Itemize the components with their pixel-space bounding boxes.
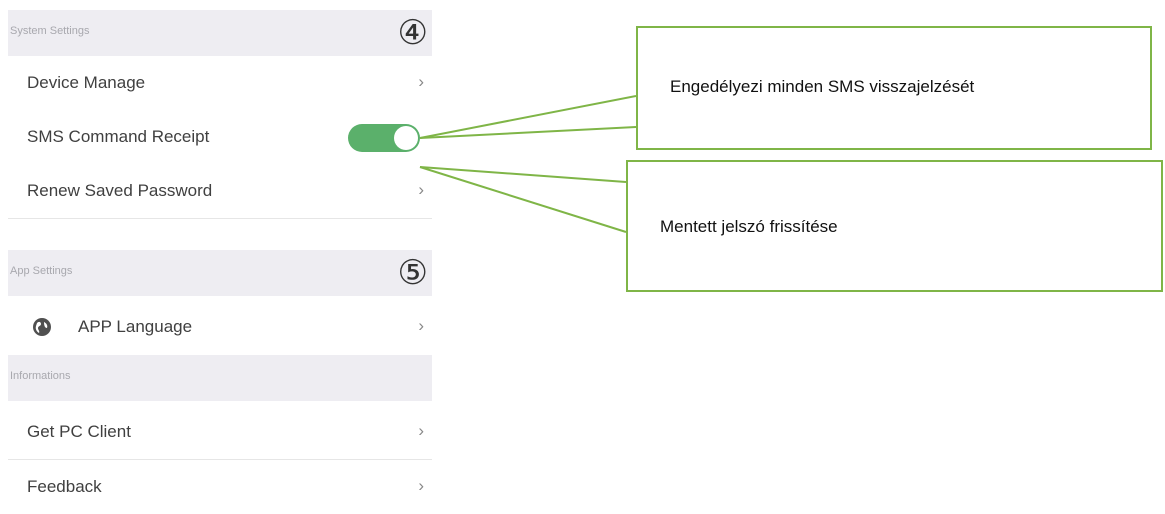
sms-receipt-callout-text: Engedélyezi minden SMS visszajelzését: [670, 77, 975, 96]
sms-receipt-callout: Engedélyezi minden SMS visszajelzését: [636, 26, 1152, 150]
password-callout-text: Mentett jelszó frissítése: [660, 217, 838, 236]
password-connector-line: [419, 166, 627, 183]
password-callout: Mentett jelszó frissítése: [626, 160, 1163, 292]
password-connector-line: [419, 166, 627, 233]
